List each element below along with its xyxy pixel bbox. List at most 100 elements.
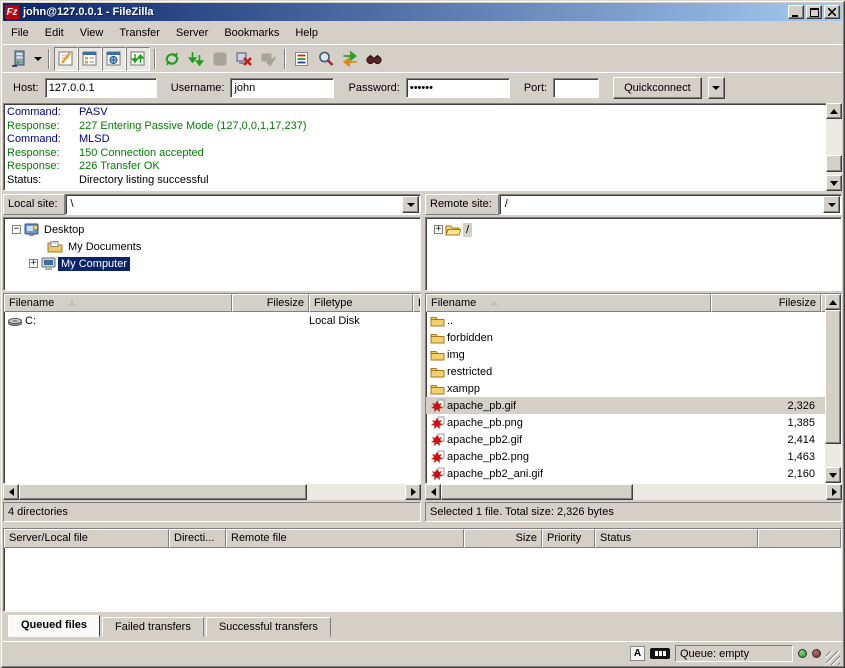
scroll-up-button[interactable] [825, 294, 841, 310]
remote-site-combo[interactable]: / [499, 194, 842, 215]
collapse-icon[interactable]: − [12, 225, 21, 234]
local-file-list[interactable]: Filename Filesize Filetype L C: Local Di… [3, 293, 421, 484]
column-header-size[interactable]: Size [464, 529, 542, 548]
disconnect-button[interactable] [232, 47, 256, 71]
password-input[interactable] [406, 78, 510, 98]
remote-file-list[interactable]: Filename Filesize .. forbidden img [425, 293, 842, 484]
scroll-up-button[interactable] [826, 103, 842, 119]
tree-item-root[interactable]: + / [426, 221, 841, 238]
file-row[interactable]: forbidden [426, 329, 841, 346]
remote-hscrollbar[interactable] [425, 484, 842, 500]
process-queue-button[interactable] [184, 47, 208, 71]
file-row[interactable]: xampp [426, 380, 841, 397]
scroll-thumb[interactable] [441, 484, 633, 500]
local-site-dropdown[interactable] [402, 196, 419, 213]
remote-site-dropdown[interactable] [823, 196, 840, 213]
host-input[interactable] [45, 78, 157, 98]
menu-file[interactable]: File [3, 25, 37, 41]
menu-transfer[interactable]: Transfer [111, 25, 168, 41]
column-header-last-modified[interactable]: L [413, 294, 421, 312]
toggle-remote-tree-button[interactable] [102, 47, 126, 71]
quickconnect-button[interactable]: Quickconnect [613, 77, 702, 99]
maximize-button[interactable] [806, 5, 822, 19]
column-header-filetype[interactable]: Filetype [309, 294, 413, 312]
toggle-local-tree-button[interactable] [78, 47, 102, 71]
remote-tree[interactable]: + / [425, 217, 842, 291]
toolbar-separator [154, 49, 156, 69]
file-row[interactable]: apache_pb2.gif 2,414 [426, 431, 841, 448]
expand-icon[interactable]: + [434, 225, 443, 234]
toggle-queue-button[interactable] [126, 47, 150, 71]
minimize-button[interactable] [788, 5, 804, 19]
scroll-down-button[interactable] [825, 467, 841, 483]
column-header-filesize[interactable]: Filesize [232, 294, 309, 312]
column-header-remote-file[interactable]: Remote file [226, 529, 464, 548]
scroll-right-button[interactable] [826, 484, 842, 500]
local-site-combo[interactable]: \ [65, 194, 421, 215]
file-row[interactable]: apache_pb2.png 1,463 [426, 448, 841, 465]
menu-help[interactable]: Help [287, 25, 326, 41]
tree-item-label[interactable]: My Documents [65, 240, 144, 254]
log-scrollbar[interactable] [826, 103, 842, 191]
file-row[interactable]: C: Local Disk [4, 312, 420, 329]
refresh-button[interactable] [160, 47, 184, 71]
file-row[interactable]: .. [426, 312, 841, 329]
column-header-filesize[interactable]: Filesize [711, 294, 821, 312]
scroll-right-button[interactable] [405, 484, 421, 500]
tree-item-desktop[interactable]: − Desktop [4, 221, 420, 238]
sync-browse-button[interactable] [338, 47, 362, 71]
tree-item-label[interactable]: My Computer [58, 257, 130, 271]
column-header-filename[interactable]: Filename [4, 294, 232, 312]
compare-button[interactable] [314, 47, 338, 71]
file-name: .. [447, 315, 711, 327]
tab-successful-transfers[interactable]: Successful transfers [206, 617, 331, 637]
site-manager-dropdown[interactable] [31, 47, 44, 71]
local-tree[interactable]: − Desktop My Documents + My Computer [3, 217, 421, 291]
site-manager-button[interactable] [7, 47, 31, 71]
port-input[interactable] [553, 78, 599, 98]
menu-server[interactable]: Server [168, 25, 216, 41]
file-row[interactable]: apache_pb.png 1,385 [426, 414, 841, 431]
file-row[interactable]: img [426, 346, 841, 363]
tab-queued-files[interactable]: Queued files [8, 615, 100, 637]
column-header-server-local-file[interactable]: Server/Local file [4, 529, 169, 548]
scroll-down-button[interactable] [826, 175, 842, 191]
image-file-icon [429, 450, 445, 464]
scroll-thumb[interactable] [825, 310, 841, 444]
tab-failed-transfers[interactable]: Failed transfers [102, 617, 204, 637]
file-row-selected[interactable]: apache_pb.gif 2,326 [426, 397, 841, 414]
title-bar[interactable]: Fz john@127.0.0.1 - FileZilla [3, 3, 842, 21]
local-hscrollbar[interactable] [3, 484, 421, 500]
column-header-priority[interactable]: Priority [542, 529, 595, 548]
log-text: MLSD [79, 133, 110, 147]
find-button[interactable] [362, 47, 386, 71]
column-header-direction[interactable]: Directi... [169, 529, 226, 548]
file-name: forbidden [447, 332, 711, 344]
message-log-box[interactable]: Command:PASV Response:227 Entering Passi… [3, 103, 842, 191]
sort-ascending-icon [68, 300, 76, 306]
expand-icon[interactable]: + [29, 259, 38, 268]
username-input[interactable] [230, 78, 334, 98]
column-header-filename[interactable]: Filename [426, 294, 711, 312]
quickconnect-dropdown[interactable] [708, 77, 725, 99]
menu-bookmarks[interactable]: Bookmarks [216, 25, 287, 41]
file-row[interactable]: restricted [426, 363, 841, 380]
filter-button[interactable] [290, 47, 314, 71]
file-row[interactable]: apache_pb2_ani.gif 2,160 [426, 465, 841, 482]
resize-grip[interactable] [826, 651, 840, 665]
close-button[interactable] [824, 5, 840, 19]
transfer-queue[interactable]: Server/Local file Directi... Remote file… [3, 528, 842, 612]
scroll-thumb[interactable] [19, 484, 307, 500]
scroll-left-button[interactable] [425, 484, 441, 500]
remote-vscrollbar[interactable] [825, 294, 841, 483]
menu-edit[interactable]: Edit [37, 25, 72, 41]
toggle-log-button[interactable] [54, 47, 78, 71]
tree-item-my-documents[interactable]: My Documents [4, 238, 420, 255]
column-header-status[interactable]: Status [595, 529, 758, 548]
menu-view[interactable]: View [72, 25, 112, 41]
tree-item-label[interactable]: Desktop [41, 223, 87, 237]
tree-item-label[interactable]: / [463, 223, 472, 237]
scroll-thumb[interactable] [826, 155, 842, 172]
tree-item-my-computer[interactable]: + My Computer [4, 255, 420, 272]
scroll-left-button[interactable] [3, 484, 19, 500]
